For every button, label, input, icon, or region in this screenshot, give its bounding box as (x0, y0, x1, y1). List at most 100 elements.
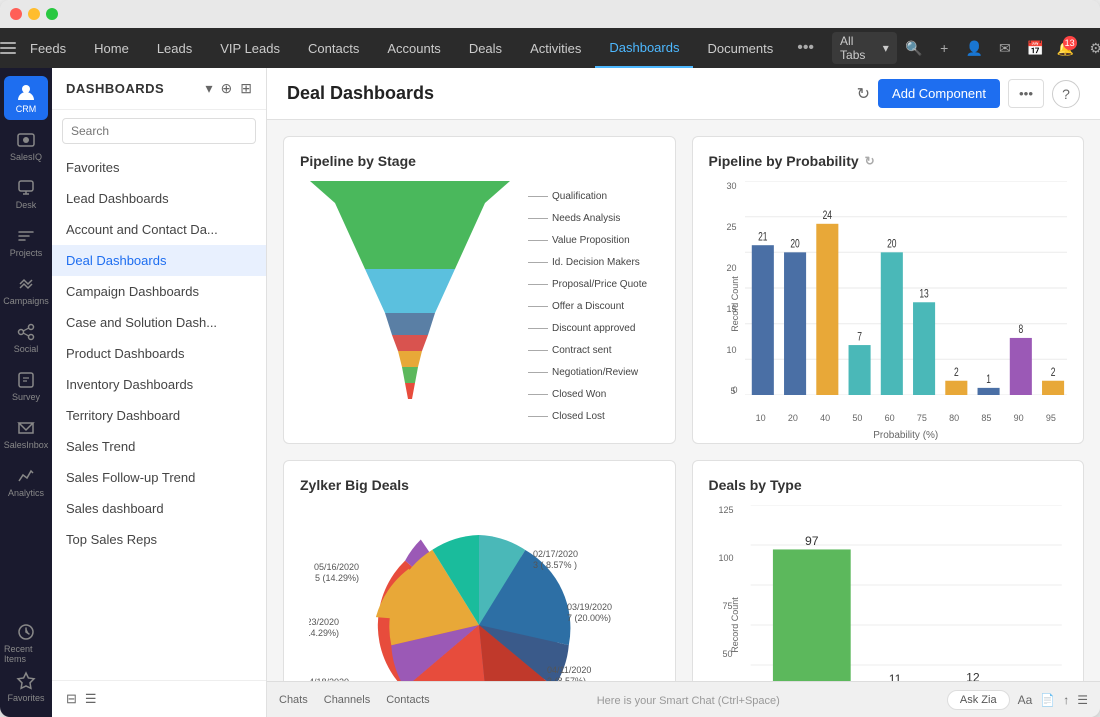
settings-icon[interactable]: ⚙ (1083, 34, 1100, 62)
channels-tab[interactable]: Channels (324, 694, 370, 706)
nav-tab-vip-leads[interactable]: VIP Leads (206, 28, 294, 68)
sidebar-item-projects[interactable]: Projects (4, 220, 48, 264)
sidebar-item-campaigns[interactable]: Campaigns (4, 268, 48, 312)
notifications-icon[interactable]: 🔔 13 (1052, 34, 1078, 62)
sidebar-item-campaign-dashboards[interactable]: Campaign Dashboards (52, 276, 266, 307)
sidebar-item-favorites[interactable]: Favorites (4, 665, 48, 709)
hamburger-menu-icon[interactable] (0, 28, 16, 68)
nav-tab-dashboards[interactable]: Dashboards (595, 28, 693, 68)
sidebar-bottom-icon-1[interactable]: ⊟ (66, 691, 77, 707)
sidebar-item-sales-trend[interactable]: Sales Trend (52, 431, 266, 462)
funnel-label-closed-lost: Closed Lost (528, 405, 659, 427)
more-options-button[interactable]: ••• (1008, 79, 1044, 108)
navbar: Feeds Home Leads VIP Leads Contacts Acco… (0, 28, 1100, 68)
svg-text:7 (20.00%): 7 (20.00%) (567, 613, 611, 623)
prob-x-50: 50 (852, 413, 862, 423)
prob-x-75: 75 (917, 413, 927, 423)
sidebar-item-social[interactable]: Social (4, 316, 48, 360)
sidebar-bottom-icon-2[interactable]: ☰ (85, 691, 97, 707)
contacts-tab[interactable]: Contacts (386, 694, 429, 706)
sidebar-item-deal-dashboards[interactable]: Deal Dashboards (52, 245, 266, 276)
bottom-icon-1[interactable]: Aa (1018, 693, 1033, 707)
search-icon[interactable]: 🔍 (901, 34, 927, 62)
contacts-icon[interactable]: 👤 (961, 34, 987, 62)
bottom-icon-3[interactable]: ↑ (1063, 693, 1069, 707)
sidebar-plus-icon[interactable]: ⊕ (221, 80, 233, 97)
sidebar-item-product-dashboards[interactable]: Product Dashboards (52, 338, 266, 369)
nav-tab-home[interactable]: Home (80, 28, 143, 68)
nav-tab-activities[interactable]: Activities (516, 28, 595, 68)
pie-label-0423: 04/23/2020 (309, 617, 339, 627)
maximize-button[interactable] (46, 8, 58, 20)
sidebar-item-survey[interactable]: Survey (4, 364, 48, 408)
titlebar-buttons (10, 8, 58, 20)
app-sidebar: CRM SalesIQ Desk Projects Campaigns Soci… (0, 68, 52, 717)
sidebar-item-territory-dashboard[interactable]: Territory Dashboard (52, 400, 266, 431)
sidebar-item-top-sales-reps[interactable]: Top Sales Reps (52, 524, 266, 555)
prob-refresh-icon[interactable]: ↻ (865, 154, 875, 168)
prob-x-10: 10 (756, 413, 766, 423)
sidebar-item-favorites[interactable]: Favorites (52, 152, 266, 183)
sidebar-item-desk[interactable]: Desk (4, 172, 48, 216)
sidebar-collapse-icon[interactable]: ⊞ (240, 80, 252, 97)
dashboard-search (52, 110, 266, 152)
svg-text:2: 2 (953, 367, 958, 380)
funnel-chart: Qualification Needs Analysis Value Propo… (300, 181, 659, 427)
deals-by-type-card: Deals by Type Record Count 125 100 75 50… (692, 460, 1085, 681)
app-sidebar-bottom: Recent Items Favorites (4, 621, 48, 709)
funnel-label-offer-discount: Offer a Discount (528, 295, 659, 317)
calendar-icon[interactable]: 📅 (1022, 34, 1048, 62)
pie-label-0217: 02/17/2020 (533, 549, 578, 559)
smart-chat-placeholder[interactable]: Here is your Smart Chat (Ctrl+Space) (597, 695, 780, 707)
zylker-big-deals-title: Zylker Big Deals (300, 477, 659, 493)
content-actions: ↻ Add Component ••• ? (857, 79, 1080, 108)
sidebar-item-case-solution[interactable]: Case and Solution Dash... (52, 307, 266, 338)
sidebar-item-crm[interactable]: CRM (4, 76, 48, 120)
sidebar-item-analytics[interactable]: Analytics (4, 460, 48, 504)
sidebar-item-salesiq[interactable]: SalesIQ (4, 124, 48, 168)
dashboard-sidebar-header: DASHBOARDS ▾ ⊕ ⊞ (52, 68, 266, 110)
pipeline-by-stage-card: Pipeline by Stage (283, 136, 676, 444)
all-tabs-dropdown[interactable]: All Tabs ▾ (832, 32, 897, 64)
bottom-bar: Chats Channels Contacts Here is your Sma… (267, 681, 1100, 717)
nav-tab-documents[interactable]: Documents (693, 28, 787, 68)
nav-tab-leads[interactable]: Leads (143, 28, 206, 68)
sidebar-add-icon[interactable]: ▾ (206, 80, 213, 97)
bottom-icon-4[interactable]: ☰ (1077, 693, 1088, 707)
funnel-label-negotiation: Negotiation/Review (528, 361, 659, 383)
close-button[interactable] (10, 8, 22, 20)
dashboard-grid: Pipeline by Stage (267, 120, 1100, 681)
deals-by-type-title: Deals by Type (709, 477, 1068, 493)
sidebar-item-recent[interactable]: Recent Items (4, 621, 48, 665)
help-button[interactable]: ? (1052, 80, 1080, 108)
bottom-icon-2[interactable]: 📄 (1040, 693, 1055, 707)
sidebar-item-inventory-dashboards[interactable]: Inventory Dashboards (52, 369, 266, 400)
sidebar-item-sales-dashboard[interactable]: Sales dashboard (52, 493, 266, 524)
zylker-big-deals-card: Zylker Big Deals (283, 460, 676, 681)
nav-tab-contacts[interactable]: Contacts (294, 28, 373, 68)
minimize-button[interactable] (28, 8, 40, 20)
refresh-button[interactable]: ↻ (857, 84, 870, 104)
content-header: Deal Dashboards ↻ Add Component ••• ? (267, 68, 1100, 120)
svg-text:7: 7 (857, 331, 862, 344)
nav-tab-deals[interactable]: Deals (455, 28, 516, 68)
sidebar-item-sales-followup[interactable]: Sales Follow-up Trend (52, 462, 266, 493)
email-icon[interactable]: ✉ (992, 34, 1018, 62)
pie-label-0411: 04/11/2020 (547, 665, 591, 675)
sidebar-item-lead-dashboards[interactable]: Lead Dashboards (52, 183, 266, 214)
funnel-label-qualification: Qualification (528, 185, 659, 207)
search-input[interactable] (62, 118, 256, 144)
funnel-svg (300, 181, 520, 421)
pipeline-by-probability-title: Pipeline by Probability ↻ (709, 153, 1068, 169)
nav-tab-accounts[interactable]: Accounts (373, 28, 454, 68)
funnel-label-decision-makers: Id. Decision Makers (528, 251, 659, 273)
chats-tab[interactable]: Chats (279, 694, 308, 706)
sidebar-item-account-contact[interactable]: Account and Contact Da... (52, 214, 266, 245)
sidebar-item-salesinbox[interactable]: SalesInbox (4, 412, 48, 456)
add-component-button[interactable]: Add Component (878, 79, 1000, 108)
add-icon[interactable]: + (931, 34, 957, 62)
nav-tab-feeds[interactable]: Feeds (16, 28, 80, 68)
ask-zia-button[interactable]: Ask Zia (947, 690, 1010, 710)
bottom-left-tabs: Chats Channels Contacts (279, 694, 430, 706)
nav-more-tabs[interactable]: ••• (787, 39, 824, 57)
